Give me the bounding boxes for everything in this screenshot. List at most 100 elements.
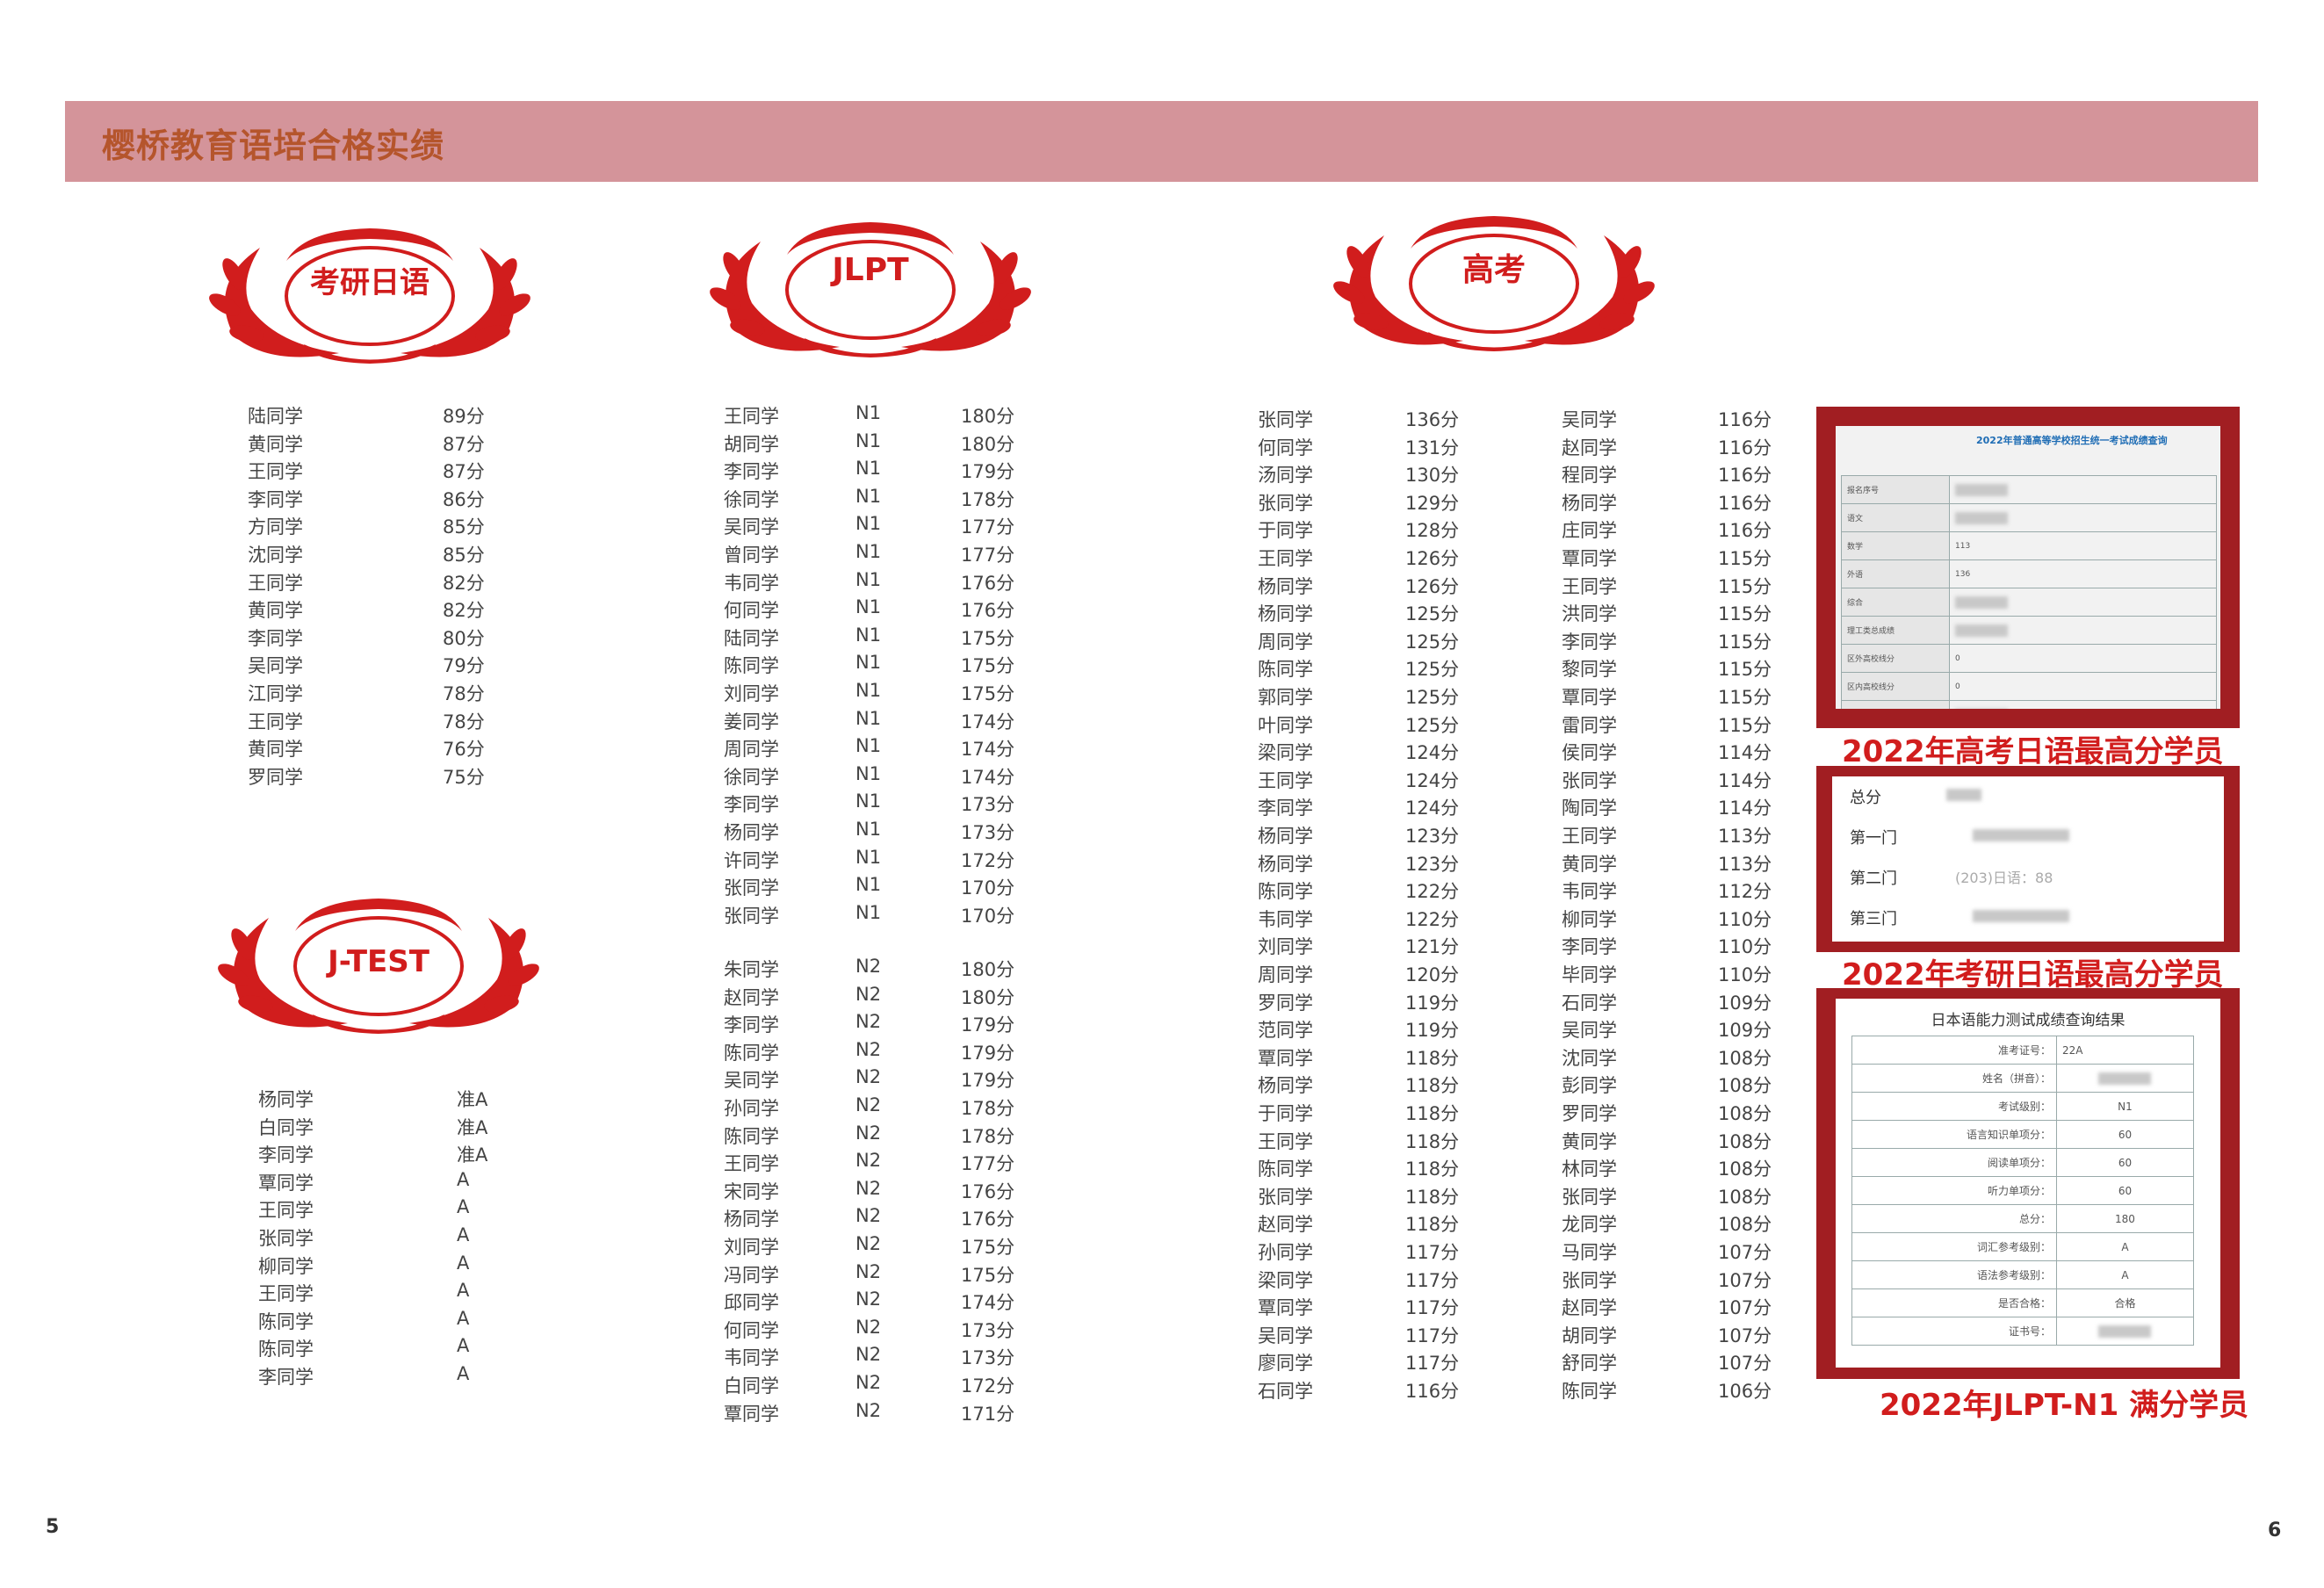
- score: 114分: [1718, 798, 1772, 819]
- student-name: 陈同学: [1562, 1381, 1617, 1402]
- grade: 准A: [457, 1089, 488, 1110]
- student-name: 胡同学: [1562, 1325, 1617, 1346]
- score: 177分: [961, 1153, 1015, 1175]
- student-name: 朱同学: [724, 959, 779, 980]
- student-name: 陈同学: [724, 1125, 779, 1147]
- score: 115分: [1718, 603, 1772, 625]
- student-name: 张同学: [258, 1228, 314, 1249]
- student-name: 陆同学: [248, 406, 303, 427]
- level: N1: [855, 707, 882, 729]
- redacted-value: [1955, 483, 2008, 496]
- jlpt-result-heading: 日本语能力测试成绩查询结果: [1931, 1012, 2126, 1029]
- student-name: 庄同学: [1562, 520, 1617, 542]
- score: 176分: [961, 1209, 1015, 1231]
- page-number-right: 6: [2268, 1519, 2282, 1541]
- score: 115分: [1718, 548, 1772, 569]
- student-name: 洪同学: [1562, 603, 1617, 625]
- score: 125分: [1405, 631, 1460, 653]
- student-name: 廖同学: [1258, 1353, 1313, 1375]
- student-name: 陈同学: [258, 1339, 314, 1361]
- result-value: [1949, 588, 2217, 617]
- student-name: 于同学: [1258, 520, 1313, 542]
- emblem-gaokao: 高考: [1323, 209, 1665, 358]
- kaoyan-result-screenshot: 总分 第一门 第二门 (203)日语：88 第三门: [1816, 766, 2240, 952]
- student-name: 石同学: [1562, 992, 1617, 1014]
- student-name: 范同学: [1258, 1020, 1313, 1042]
- score: 108分: [1718, 1130, 1772, 1152]
- score: 108分: [1718, 1214, 1772, 1236]
- score: 115分: [1718, 714, 1772, 736]
- student-name: 王同学: [248, 572, 303, 594]
- score: 170分: [961, 877, 1015, 899]
- result-value: 180: [2055, 1204, 2195, 1233]
- student-name: 张同学: [724, 877, 779, 899]
- result-row: 姓名（拼音）：: [1851, 1064, 2195, 1093]
- score: 114分: [1718, 769, 1772, 791]
- result-value: 0: [1949, 644, 2217, 673]
- score: 126分: [1405, 548, 1460, 569]
- level: N1: [855, 735, 882, 757]
- student-name: 韦同学: [724, 572, 779, 594]
- result-label: 报名序号: [1841, 475, 1950, 504]
- student-name: 张同学: [1258, 492, 1313, 514]
- student-name: 宋同学: [724, 1180, 779, 1202]
- score: 177分: [961, 516, 1015, 538]
- student-name: 吴同学: [1258, 1325, 1313, 1346]
- score: 175分: [961, 683, 1015, 704]
- score: 116分: [1718, 492, 1772, 514]
- student-name: 周同学: [724, 739, 779, 761]
- score: 173分: [961, 1319, 1015, 1341]
- grade: A: [457, 1252, 470, 1274]
- student-name: 李同学: [258, 1367, 314, 1388]
- score: 106分: [1718, 1381, 1772, 1402]
- student-name: 柳同学: [1562, 908, 1617, 930]
- level: N1: [855, 680, 882, 701]
- level: N1: [855, 429, 882, 451]
- score: 170分: [961, 905, 1015, 927]
- level: N2: [855, 1066, 882, 1088]
- score: 117分: [1405, 1242, 1460, 1263]
- student-name: 张同学: [1562, 769, 1617, 791]
- jlpt-caption: 2022年JLPT-N1 满分学员: [1880, 1388, 2249, 1423]
- score: 126分: [1405, 575, 1460, 597]
- emblem-kaoyan: 考研日语: [198, 221, 541, 371]
- result-value: A: [2055, 1260, 2195, 1289]
- score: 175分: [961, 1264, 1015, 1286]
- page-number-left: 5: [46, 1516, 60, 1538]
- result-row: 第三门: [1850, 906, 2069, 929]
- gaokao-result-table: 报名序号语文数学113外语136综合理工类总成绩区外高校线分0区内高校线分0校验…: [1841, 475, 2217, 709]
- student-name: 赵同学: [1258, 1214, 1313, 1236]
- score: 113分: [1718, 826, 1772, 847]
- student-name: 王同学: [1258, 1130, 1313, 1152]
- score: 122分: [1405, 881, 1460, 903]
- level: N1: [855, 568, 882, 590]
- score: 180分: [961, 433, 1015, 455]
- student-name: 何同学: [1258, 437, 1313, 458]
- score: 85分: [443, 545, 485, 566]
- score: 76分: [443, 739, 485, 761]
- level: N2: [855, 1372, 882, 1393]
- header-banner: 樱桥教育语培合格实绩: [65, 101, 2258, 182]
- student-name: 于同学: [1258, 1103, 1313, 1124]
- page-title: 樱桥教育语培合格实绩: [102, 126, 445, 165]
- student-name: 陈同学: [1258, 659, 1313, 681]
- score: 179分: [961, 1070, 1015, 1092]
- result-value: 22A: [2055, 1036, 2195, 1065]
- student-name: 陈同学: [1258, 881, 1313, 903]
- student-name: 许同学: [724, 849, 779, 871]
- result-row: 外语 136: [1841, 559, 2217, 588]
- student-name: 杨同学: [1258, 575, 1313, 597]
- student-name: 王同学: [724, 1153, 779, 1175]
- student-name: 周同学: [1258, 631, 1313, 653]
- level: N2: [855, 1150, 882, 1172]
- student-name: 沈同学: [248, 545, 303, 566]
- student-name: 龙同学: [1562, 1214, 1617, 1236]
- score: 125分: [1405, 687, 1460, 708]
- level: N1: [855, 458, 882, 480]
- redacted-value: [1955, 624, 2008, 637]
- score: 79分: [443, 655, 485, 677]
- result-label: 语法参考级别：: [1851, 1260, 2057, 1289]
- level: N2: [855, 1177, 882, 1199]
- score: 78分: [443, 711, 485, 733]
- score: 80分: [443, 627, 485, 649]
